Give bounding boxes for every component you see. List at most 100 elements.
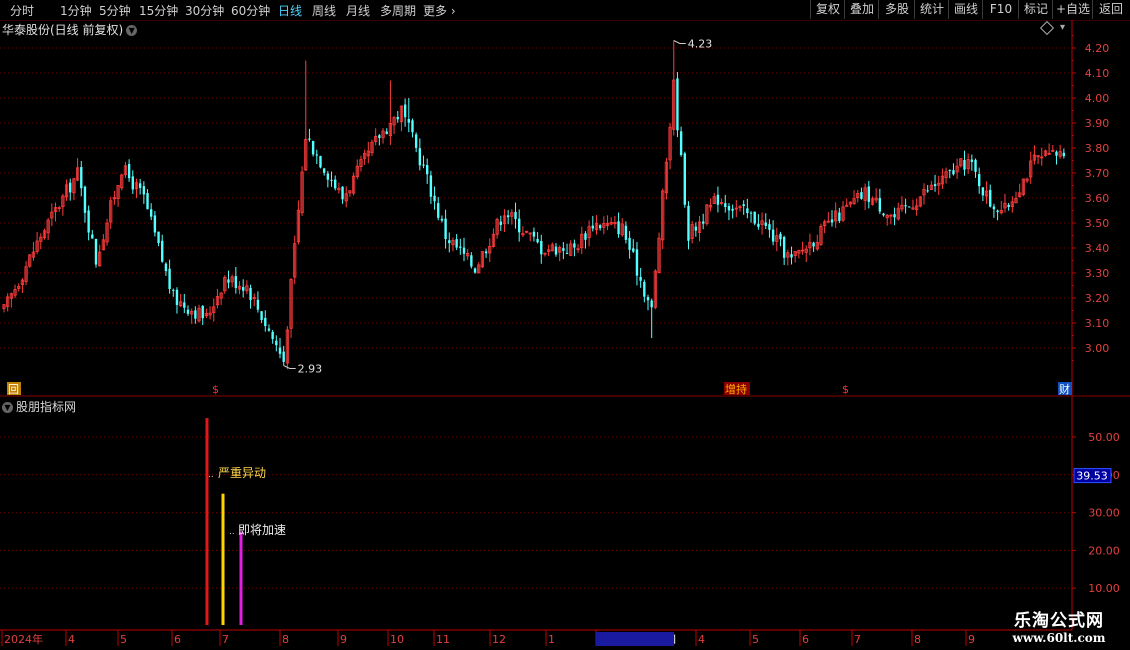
restore-right-button[interactable]: 复权 (810, 0, 845, 19)
candle-body (683, 153, 686, 205)
event-marker-bg (724, 382, 750, 395)
indicator-tick-label: 10.00 (1088, 582, 1120, 595)
candle-body (112, 197, 116, 200)
candle-body (643, 281, 646, 297)
candle-body (989, 189, 992, 207)
candle-body (1003, 202, 1007, 209)
candle-body (267, 328, 271, 331)
overlay-button[interactable]: 叠加 (844, 0, 879, 19)
candle-body (760, 220, 764, 225)
add-favorite-button[interactable]: +自选 (1052, 0, 1093, 19)
date-tick-label: 12 (492, 633, 506, 646)
date-tick-label: 7 (854, 633, 861, 646)
tab-more[interactable]: 更多 › (423, 2, 456, 19)
candle-body (466, 252, 470, 257)
candle-body (800, 249, 805, 252)
candle-body (992, 206, 996, 210)
candle-body (407, 118, 410, 123)
candle-body (315, 154, 318, 156)
tab-multi-period[interactable]: 多周期 (380, 2, 416, 19)
date-tick-label: 6 (174, 633, 181, 646)
candle-body (613, 222, 617, 225)
candle-body (738, 206, 742, 209)
candle-body (326, 173, 330, 180)
draw-line-button[interactable]: 画线 (948, 0, 983, 19)
candle-body (768, 224, 771, 230)
candle-body (42, 230, 47, 239)
candle-body (624, 225, 628, 240)
statistics-button[interactable]: 统计 (914, 0, 949, 19)
multi-stock-button[interactable]: 多股 (878, 0, 915, 19)
candle-body (98, 251, 102, 267)
indicator-tick-label: 40.00 (1088, 469, 1120, 482)
candle-body (208, 312, 212, 316)
candle-body (944, 171, 948, 179)
candle-body (687, 205, 690, 241)
chevron-down-icon[interactable]: ▼ (126, 25, 138, 36)
candle-body (459, 246, 462, 248)
candle-body (598, 225, 602, 229)
signal-bar (205, 418, 209, 625)
candle-body (9, 293, 13, 299)
main-chart-title[interactable]: 华泰股份(日线 前复权) ▼ (2, 21, 138, 38)
candle-body (260, 311, 263, 321)
indicator-tick-label: 30.00 (1088, 507, 1120, 520)
candle-body (889, 214, 893, 217)
tab-monthly[interactable]: 月线 (346, 2, 370, 19)
candle-body (848, 201, 853, 205)
candle-body (852, 198, 856, 204)
candle-body (344, 193, 348, 202)
date-tick-label: 9 (340, 633, 347, 646)
candlestick-chart[interactable]: 4.20 4.10 4.00 3.90 3.80 3.70 3.60 3.50 3.40 3.30… (0, 0, 1130, 650)
tab-30min[interactable]: 30分钟 (185, 2, 224, 19)
candle-body (1040, 156, 1044, 159)
candle-body (116, 185, 120, 199)
more-label: 更多 (423, 4, 448, 18)
tab-15min[interactable]: 15分钟 (139, 2, 178, 19)
candle-body (138, 183, 142, 188)
candle-body (293, 243, 297, 278)
candle-body (172, 289, 175, 291)
candle-body (1014, 197, 1018, 204)
signal-dots: .. (208, 470, 214, 480)
price-tick-label: 3.70 (1085, 167, 1110, 180)
candle-body (653, 270, 657, 308)
candle-body (524, 230, 529, 233)
candle-body (650, 300, 653, 308)
candle-body (2, 304, 6, 309)
candle-body (440, 218, 444, 221)
candle-body (797, 250, 801, 254)
candle-body (1025, 178, 1029, 182)
candle-body (64, 184, 69, 198)
candle-body (694, 226, 698, 231)
candle-body (444, 218, 447, 240)
tab-1min[interactable]: 1分钟 (60, 2, 92, 19)
diamond-icon[interactable] (1039, 20, 1055, 36)
f10-button[interactable]: F10 (982, 0, 1019, 19)
dropdown-icon[interactable]: ▾ (1060, 22, 1065, 33)
candle-body (775, 235, 779, 242)
tab-fenshi[interactable]: 分时 (10, 2, 34, 19)
chevron-down-icon[interactable]: ▼ (2, 402, 13, 413)
back-button[interactable]: 返回 (1092, 0, 1129, 19)
candle-body (289, 278, 293, 329)
tab-weekly[interactable]: 周线 (312, 2, 336, 19)
candle-body (462, 247, 466, 254)
event-marker-label: 财 (1059, 382, 1070, 396)
candle-body (399, 105, 404, 122)
tab-daily[interactable]: 日线 (278, 2, 302, 19)
candle-body (13, 289, 17, 296)
candle-body (815, 241, 819, 250)
current-value-box (1073, 468, 1112, 484)
candle-body (495, 219, 499, 235)
candle-body (296, 209, 301, 243)
mark-button[interactable]: 标记 (1018, 0, 1053, 19)
candle-body (403, 104, 407, 118)
indicator-panel-title[interactable]: ▼ 股朋指标网 (2, 398, 76, 415)
tab-5min[interactable]: 5分钟 (99, 2, 131, 19)
candle-body (256, 299, 260, 310)
candle-body (80, 167, 83, 189)
tab-60min[interactable]: 60分钟 (231, 2, 270, 19)
date-tick-label: 1 (548, 633, 555, 646)
candle-body (882, 213, 885, 216)
